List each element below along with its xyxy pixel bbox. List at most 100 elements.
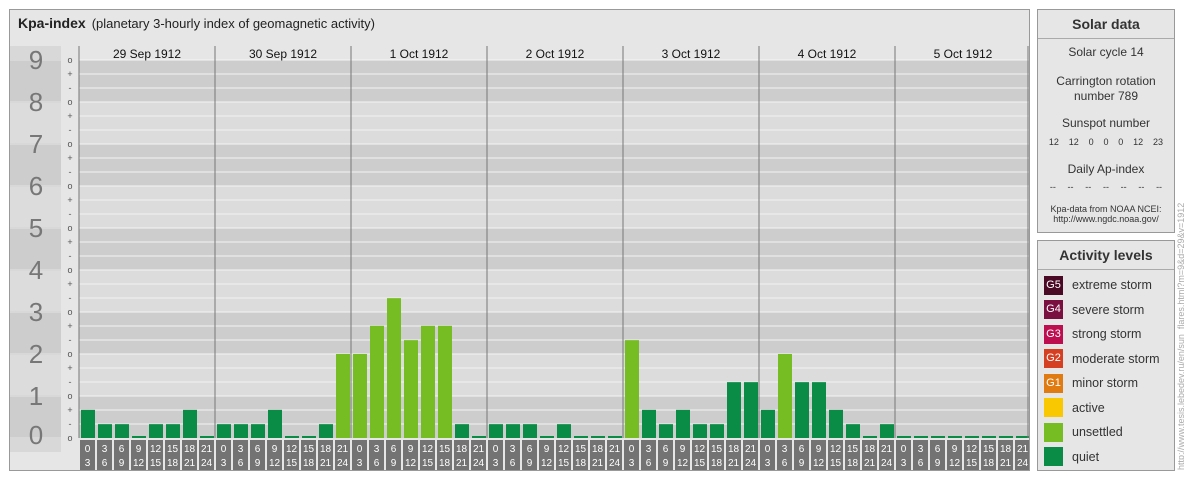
interval-end-label: 24 — [745, 458, 757, 469]
interval-start-label: 0 — [765, 444, 771, 455]
interval-end-label: 15 — [558, 458, 570, 469]
interval-end-label: 3 — [901, 458, 907, 469]
interval-start-label: 3 — [782, 444, 788, 455]
interval-start-label: 12 — [558, 444, 570, 455]
y-tick-label: 6 — [29, 171, 43, 201]
interval-start-label: 21 — [745, 444, 757, 455]
y-minor-label: + — [67, 405, 72, 415]
interval-start-label: 9 — [408, 444, 414, 455]
data-source-link[interactable]: http://www.ngdc.noaa.gov/ — [1038, 214, 1174, 224]
interval-start-label: 18 — [1000, 444, 1012, 455]
kp-bar — [200, 436, 214, 438]
interval-end-label: 15 — [150, 458, 162, 469]
interval-start-label: 18 — [864, 444, 876, 455]
y-tick-label: 5 — [29, 213, 43, 243]
sunspot-values: 12 12 0 0 0 12 23 — [1038, 137, 1174, 147]
y-minor-label: o — [67, 97, 72, 107]
interval-start-label: 12 — [966, 444, 978, 455]
kp-bar — [421, 325, 435, 438]
kp-bar — [234, 424, 248, 438]
interval-start-label: 15 — [303, 444, 315, 455]
interval-start-label: 3 — [374, 444, 380, 455]
legend-swatch: G3 — [1044, 324, 1063, 344]
interval-end-label: 3 — [493, 458, 499, 469]
ap-index-value: -- — [1049, 182, 1056, 192]
interval-start-label: 3 — [646, 444, 652, 455]
interval-end-label: 6 — [374, 458, 380, 469]
ap-index-value: -- — [1120, 182, 1127, 192]
interval-start-label: 21 — [1017, 444, 1029, 455]
y-minor-label: - — [69, 209, 72, 219]
interval-start-label: 0 — [901, 444, 907, 455]
interval-start-label: 15 — [439, 444, 451, 455]
interval-start-label: 12 — [694, 444, 706, 455]
interval-start-label: 6 — [527, 444, 533, 455]
level-band — [79, 354, 1029, 396]
legend-label: strong storm — [1072, 327, 1142, 341]
interval-end-label: 21 — [592, 458, 604, 469]
legend-swatch: G1 — [1044, 373, 1063, 393]
y-minor-label: - — [69, 335, 72, 345]
kp-bar — [217, 424, 231, 438]
interval-end-label: 12 — [269, 458, 281, 469]
carrington-rotation-label: Carrington rotation — [1056, 74, 1156, 88]
interval-start-label: 21 — [337, 444, 349, 455]
y-minor-label: o — [67, 433, 72, 443]
level-band — [79, 186, 1029, 228]
sunspot-value: 0 — [1103, 137, 1109, 147]
interval-end-label: 3 — [221, 458, 227, 469]
interval-start-label: 18 — [320, 444, 332, 455]
kp-bar — [812, 382, 826, 438]
y-tick-label: 2 — [29, 339, 43, 369]
kp-bar — [404, 340, 418, 438]
level-band — [79, 312, 1029, 354]
day-label: 4 Oct 1912 — [798, 47, 857, 61]
interval-start-label: 18 — [456, 444, 468, 455]
interval-end-label: 9 — [663, 458, 669, 469]
interval-start-label: 6 — [935, 444, 941, 455]
y-minor-label: - — [69, 293, 72, 303]
kp-bar — [540, 436, 554, 438]
kpa-chart-panel: Kpa-index (planetary 3-hourly index of ge… — [9, 9, 1030, 471]
interval-end-label: 18 — [711, 458, 723, 469]
interval-start-label: 18 — [728, 444, 740, 455]
legend-label: moderate storm — [1072, 351, 1160, 366]
interval-start-label: 0 — [221, 444, 227, 455]
sunspot-value: 23 — [1152, 137, 1163, 147]
y-minor-label: o — [67, 265, 72, 275]
interval-start-label: 9 — [952, 444, 958, 455]
interval-end-label: 24 — [473, 458, 485, 469]
day-label: 3 Oct 1912 — [662, 47, 721, 61]
interval-end-label: 18 — [575, 458, 587, 469]
y-minor-label: - — [69, 377, 72, 387]
kp-bar — [744, 382, 758, 438]
interval-end-label: 18 — [847, 458, 859, 469]
interval-start-label: 15 — [711, 444, 723, 455]
kp-bar — [1016, 436, 1029, 438]
interval-end-label: 3 — [765, 458, 771, 469]
kp-bar — [999, 436, 1013, 438]
y-minor-label: + — [67, 279, 72, 289]
y-minor-label: o — [67, 55, 72, 65]
interval-end-label: 9 — [799, 458, 805, 469]
sunspot-title: Sunspot number — [1061, 116, 1151, 130]
legend-label: quiet — [1072, 449, 1100, 464]
kp-bar — [506, 424, 520, 438]
solar-data-title: Solar data — [1072, 16, 1140, 32]
sunspot-value: 12 — [1048, 137, 1059, 147]
y-tick-label: 9 — [29, 45, 43, 75]
legend-label: active — [1072, 400, 1105, 415]
interval-start-label: 6 — [391, 444, 397, 455]
legend-item-extreme-storm: G5 extreme storm — [1044, 275, 1152, 295]
interval-end-label: 3 — [357, 458, 363, 469]
divider — [1038, 269, 1174, 270]
y-minor-label: - — [69, 83, 72, 93]
interval-end-label: 24 — [1017, 458, 1029, 469]
y-tick-label: 4 — [29, 255, 43, 285]
y-minor-label: o — [67, 181, 72, 191]
interval-end-label: 12 — [133, 458, 145, 469]
interval-end-label: 24 — [881, 458, 893, 469]
kp-bar — [693, 424, 707, 438]
kp-bar — [795, 382, 809, 438]
kp-bar — [948, 436, 962, 438]
